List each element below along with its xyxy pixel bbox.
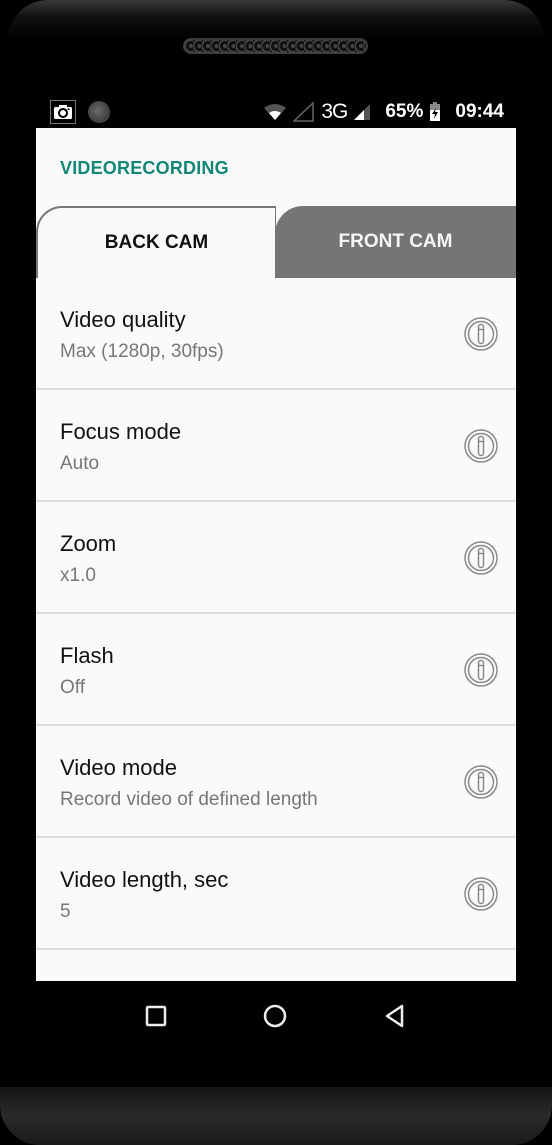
setting-title: Zoom [60,531,117,556]
info-icon[interactable] [464,429,498,463]
recording-disc-icon [88,101,110,123]
setting-value: Auto [60,453,100,474]
setting-video-quality[interactable]: Video quality Max (1280p, 30fps) [36,278,516,390]
signal-empty-icon [293,102,315,122]
device-bezel-top [8,0,544,40]
status-bar: 3G 65% 09:44 [36,96,516,128]
tab-back-cam[interactable]: BACK CAM [36,206,276,278]
navigation-bar [36,981,516,1053]
network-type: 3G [321,100,348,123]
setting-title: Video length, sec [60,867,229,892]
info-icon[interactable] [464,765,498,799]
setting-title: Video quality [60,307,186,332]
setting-focus-mode[interactable]: Focus mode Auto [36,390,516,502]
clock: 09:44 [455,101,504,122]
tab-label: BACK CAM [104,232,209,253]
app-screen: VIDEORECORDING BACK CAM FRONT CAM Video … [36,128,516,981]
wifi-icon [264,104,287,120]
tab-front-cam[interactable]: FRONT CAM [275,206,516,278]
setting-video-length[interactable]: Video length, sec 5 [36,838,516,950]
setting-video-mode[interactable]: Video mode Record video of defined lengt… [36,726,516,838]
camera-tabs: BACK CAM FRONT CAM [36,206,516,278]
tab-label: FRONT CAM [338,231,453,252]
info-icon[interactable] [464,317,498,351]
home-circle-icon[interactable] [262,1003,288,1029]
signal-icon [354,104,371,120]
device-bezel-bottom [0,1087,552,1145]
setting-value: Record video of defined length [60,789,318,810]
info-icon[interactable] [464,541,498,575]
setting-flash[interactable]: Flash Off [36,614,516,726]
battery-percent: 65% [385,101,424,122]
page-title: VIDEORECORDING [60,158,229,178]
setting-value: x1.0 [60,565,96,586]
earpiece-speaker [183,38,368,54]
info-icon[interactable] [464,877,498,911]
camera-icon [50,100,76,124]
setting-value: Off [60,677,85,698]
setting-zoom[interactable]: Zoom x1.0 [36,502,516,614]
back-triangle-icon[interactable] [382,1003,408,1029]
setting-title: Focus mode [60,419,182,444]
info-icon[interactable] [464,653,498,687]
setting-title: Video mode [60,755,178,780]
battery-charging-icon [430,102,441,121]
setting-value: 5 [60,901,71,922]
recents-square-icon[interactable] [143,1003,169,1029]
setting-value: Max (1280p, 30fps) [60,341,224,362]
setting-title: Flash [60,643,114,668]
phone-device: 3G 65% 09:44 VIDEORECORDING BACK CAM FRO… [0,0,552,1145]
settings-list: Video quality Max (1280p, 30fps) Focus m… [36,278,516,950]
